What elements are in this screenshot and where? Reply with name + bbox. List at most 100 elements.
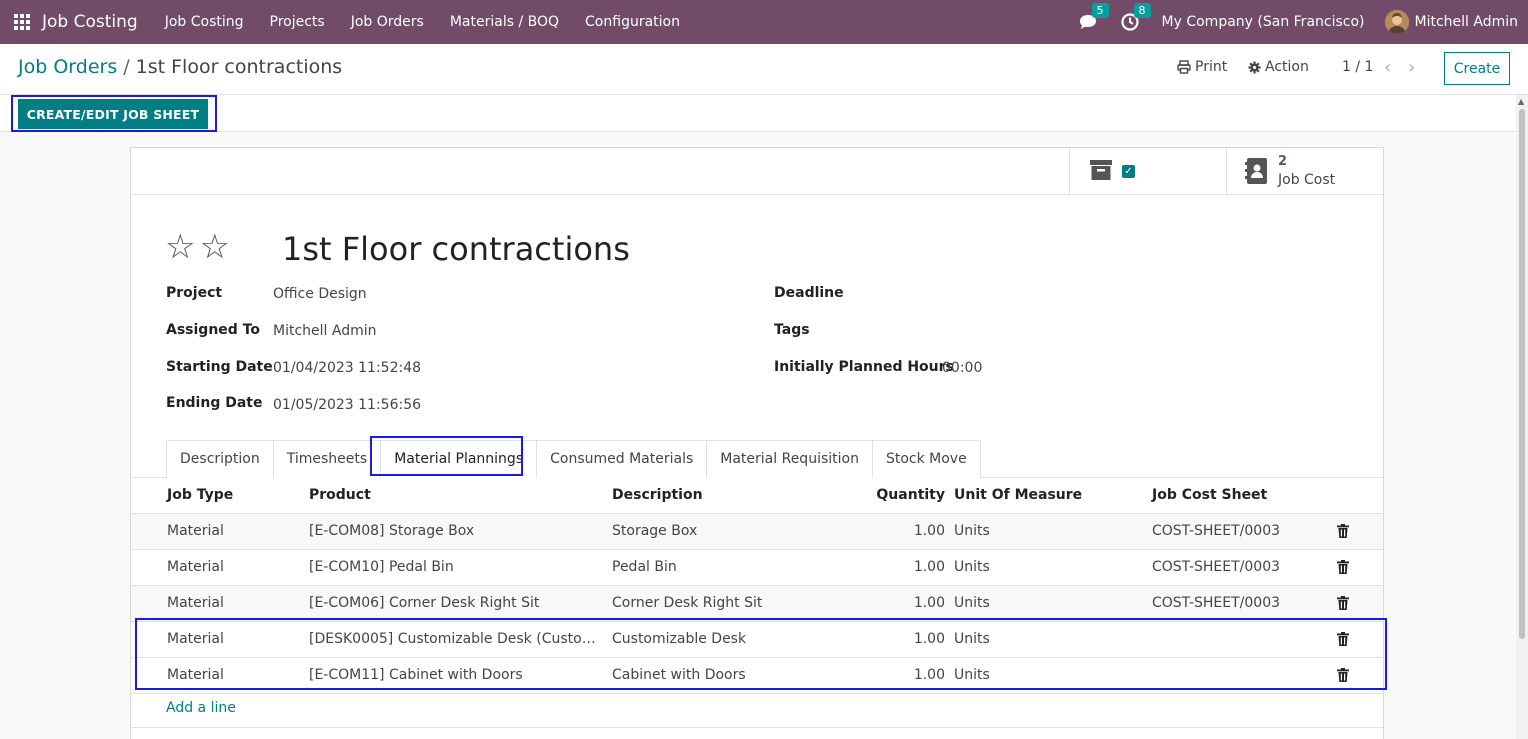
menu-job-costing[interactable]: Job Costing [165,14,244,30]
print-button[interactable]: Print [1177,59,1227,75]
printer-icon [1177,60,1191,74]
app-name[interactable]: Job Costing [42,12,138,32]
planned-hours-label: Initially Planned Hours [774,359,954,375]
cell-description: Storage Box [612,523,698,539]
cell-uom: Units [954,523,990,539]
assigned-to-label: Assigned To [166,322,260,338]
user-menu[interactable]: Mitchell Admin [1415,14,1519,30]
cell-job-type: Material [167,523,224,539]
trash-icon[interactable] [1337,596,1349,610]
trash-icon[interactable] [1337,632,1349,646]
create-button[interactable]: Create [1444,52,1510,85]
checkbox-icon[interactable]: ✓ [1122,165,1135,178]
project-field[interactable]: Office Design [273,286,367,302]
cell-uom: Units [954,667,990,683]
scroll-up-arrow-icon[interactable]: ▲ [1518,97,1524,106]
control-panel: Job Orders/1st Floor contractions Print … [0,44,1528,95]
avatar[interactable] [1384,10,1409,34]
navbar-systray: 5 8 My Company (San Francisco) Mitchell … [1078,0,1518,44]
column-description[interactable]: Description [612,487,703,503]
chevron-right-icon[interactable]: › [1408,57,1415,78]
menu-materials-boq[interactable]: Materials / BOQ [450,14,559,30]
cell-product: [DESK0005] Customizable Desk (Custom, W… [309,631,605,647]
archive-icon [1090,160,1112,180]
star-icon[interactable]: ☆ [199,230,229,264]
add-line-link[interactable]: Add a line [166,700,236,716]
chat-icon[interactable]: 5 [1078,3,1109,32]
page-scrollbar[interactable]: ▲ [1516,95,1528,739]
archive-toggle-button[interactable]: ✓ [1069,148,1226,194]
top-navbar: Job Costing Job Costing Projects Job Ord… [0,0,1528,44]
column-job-cost-sheet[interactable]: Job Cost Sheet [1152,487,1267,503]
tab-timesheets[interactable]: Timesheets [272,440,381,478]
apps-grid-icon[interactable] [12,12,32,32]
cell-uom: Units [954,595,990,611]
planned-hours-field[interactable]: 00:00 [942,360,982,376]
record-title[interactable]: 1st Floor contractions [282,230,630,268]
action-button[interactable]: Action [1248,59,1309,75]
cell-job-cost-sheet: COST-SHEET/0003 [1152,595,1281,611]
address-book-icon [1245,158,1267,184]
company-switcher[interactable]: My Company (San Francisco) [1162,14,1365,30]
cell-job-cost-sheet: COST-SHEET/0003 [1152,523,1281,539]
tab-description[interactable]: Description [166,440,273,478]
trash-icon[interactable] [1337,560,1349,574]
cell-job-type: Material [167,595,224,611]
job-cost-label: Job Cost [1278,172,1336,188]
job-cost-count: 2 [1278,154,1288,169]
cell-quantity: 1.00 [913,631,945,647]
smart-button-box: ✓ 2 Job Cost [131,148,1383,195]
form-sheet: ✓ 2 Job Cost ☆ ☆ 1st Floor contractions … [130,147,1384,739]
tab-stock-move[interactable]: Stock Move [871,440,981,478]
star-icon[interactable]: ☆ [165,230,195,264]
job-cost-smart-button[interactable]: 2 Job Cost [1226,148,1383,194]
breadcrumb-job-orders[interactable]: Job Orders [18,56,117,78]
cell-product: [E-COM11] Cabinet with Doors [309,667,523,683]
cell-uom: Units [954,559,990,575]
menu-configuration[interactable]: Configuration [585,14,680,30]
table-row[interactable]: Material [E-COM08] Storage Box Storage B… [131,514,1383,550]
starting-date-field[interactable]: 01/04/2023 11:52:48 [273,360,421,376]
column-quantity[interactable]: Quantity [876,487,945,503]
trash-icon[interactable] [1337,524,1349,538]
chevron-left-icon[interactable]: ‹ [1384,57,1391,78]
menu-projects[interactable]: Projects [270,14,325,30]
trash-icon[interactable] [1337,668,1349,682]
cell-description: Customizable Desk [612,631,747,647]
cell-job-type: Material [167,559,224,575]
cell-product: [E-COM06] Corner Desk Right Sit [309,595,540,611]
activities-badge: 8 [1133,3,1151,18]
table-row[interactable]: Material [DESK0005] Customizable Desk (C… [131,622,1383,658]
table-row[interactable]: Material [E-COM06] Corner Desk Right Sit… [131,586,1383,622]
pager-value[interactable]: 1 / 1 [1342,59,1373,75]
cell-description: Pedal Bin [612,559,677,575]
tab-consumed-materials[interactable]: Consumed Materials [536,440,707,478]
cell-quantity: 1.00 [913,523,945,539]
cell-job-type: Material [167,631,224,647]
ending-date-label: Ending Date [166,395,263,411]
table-footer-divider [131,727,1383,728]
table-row[interactable]: Material [E-COM10] Pedal Bin Pedal Bin 1… [131,550,1383,586]
column-product[interactable]: Product [309,487,371,503]
tab-material-plannings[interactable]: Material Plannings [380,440,537,478]
breadcrumb-separator: / [123,56,130,78]
assigned-to-field[interactable]: Mitchell Admin [273,323,377,339]
menu-job-orders[interactable]: Job Orders [351,14,424,30]
priority-widget: ☆ ☆ [165,230,230,264]
deadline-label: Deadline [774,285,844,301]
create-edit-job-sheet-button[interactable]: CREATE/EDIT JOB SHEET [18,99,208,129]
cell-uom: Units [954,631,990,647]
cell-description: Corner Desk Right Sit [612,595,763,611]
tab-material-requisition[interactable]: Material Requisition [706,440,872,478]
status-bar: CREATE/EDIT JOB SHEET [0,95,1516,132]
column-unit-of-measure[interactable]: Unit Of Measure [954,487,1082,503]
breadcrumb: Job Orders /1st Floor contractions [18,56,342,78]
table-row[interactable]: Material [E-COM11] Cabinet with Doors Ca… [131,658,1383,694]
column-job-type[interactable]: Job Type [167,487,233,503]
action-label: Action [1265,59,1309,75]
clock-icon[interactable]: 8 [1120,3,1151,32]
cell-product: [E-COM10] Pedal Bin [309,559,454,575]
ending-date-field[interactable]: 01/05/2023 11:56:56 [273,397,421,413]
cell-job-type: Material [167,667,224,683]
scroll-thumb[interactable] [1519,109,1525,639]
